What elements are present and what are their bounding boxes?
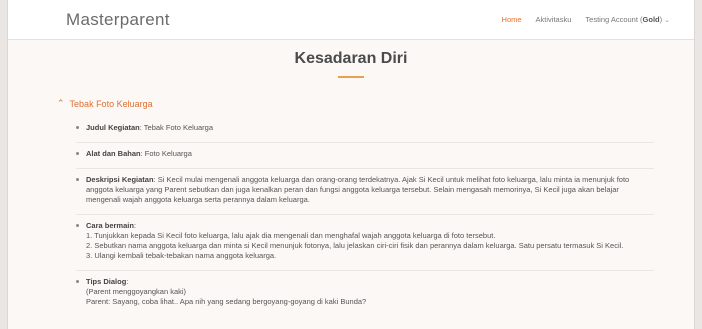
account-prefix: Testing Account (	[585, 15, 643, 24]
item-line: 1. Tunjukkan kepada Si Kecil foto keluar…	[86, 231, 496, 240]
section-toggle[interactable]: ⌃ Tebak Foto Keluarga	[57, 98, 694, 109]
chevron-down-icon: ⌄	[664, 17, 670, 24]
item-line: Parent: Sayang, coba lihat.. Apa nih yan…	[86, 297, 367, 306]
list-item: Deskripsi Kegiatan: Si Kecil mulai menge…	[76, 169, 654, 215]
item-text: : Tebak Foto Keluarga	[139, 123, 214, 132]
bullet-icon	[76, 178, 79, 181]
item-label: Deskripsi Kegiatan	[86, 175, 154, 184]
item-label: Alat dan Bahan	[86, 149, 141, 158]
page: Masterparent Home Aktivitasku Testing Ac…	[7, 0, 695, 329]
bullet-icon	[76, 152, 79, 155]
brand-logo[interactable]: Masterparent	[66, 10, 170, 30]
bullet-icon	[76, 126, 79, 129]
account-suffix: )	[659, 15, 663, 24]
nav-home-link[interactable]: Home	[502, 15, 522, 24]
chevron-up-icon: ⌃	[57, 98, 65, 108]
list-item: Cara bermain: 1. Tunjukkan kepada Si Keci…	[76, 215, 654, 271]
list-item: Judul Kegiatan: Tebak Foto Keluarga	[76, 117, 654, 143]
list-item: Alat dan Bahan: Foto Keluarga	[76, 143, 654, 169]
bullet-icon	[76, 280, 79, 283]
item-label: Tips Dialog	[86, 277, 127, 286]
page-title: Kesadaran Diri	[294, 50, 408, 67]
item-label: Cara bermain	[86, 221, 134, 230]
item-label: Judul Kegiatan	[86, 123, 140, 132]
title-underline	[338, 76, 364, 78]
account-tier: Gold	[642, 15, 660, 24]
activity-details-list: Judul Kegiatan: Tebak Foto Keluarga Alat …	[76, 117, 654, 316]
item-text: :	[133, 221, 137, 230]
list-item: Tips Dialog: (Parent menggoyangkan kaki) P…	[76, 271, 654, 316]
item-line: 2. Sebutkan nama anggota keluarga dan mi…	[86, 241, 624, 250]
top-navbar: Masterparent Home Aktivitasku Testing Ac…	[8, 0, 694, 40]
item-text: : Si Kecil mulai mengenali anggota kelua…	[86, 175, 630, 204]
item-line: 3. Ulangi kembali tebak-tebakan nama ang…	[86, 251, 277, 260]
item-line: (Parent menggoyangkan kaki)	[86, 287, 187, 296]
bullet-icon	[76, 224, 79, 227]
nav-activity-link[interactable]: Aktivitasku	[536, 15, 572, 24]
account-menu[interactable]: Testing Account (Gold) ⌄	[585, 15, 670, 24]
main-nav: Home Aktivitasku Testing Account (Gold) ⌄	[502, 15, 670, 24]
item-text: :	[126, 277, 129, 286]
item-text: : Foto Keluarga	[140, 149, 192, 158]
section-title: Tebak Foto Keluarga	[69, 98, 153, 109]
